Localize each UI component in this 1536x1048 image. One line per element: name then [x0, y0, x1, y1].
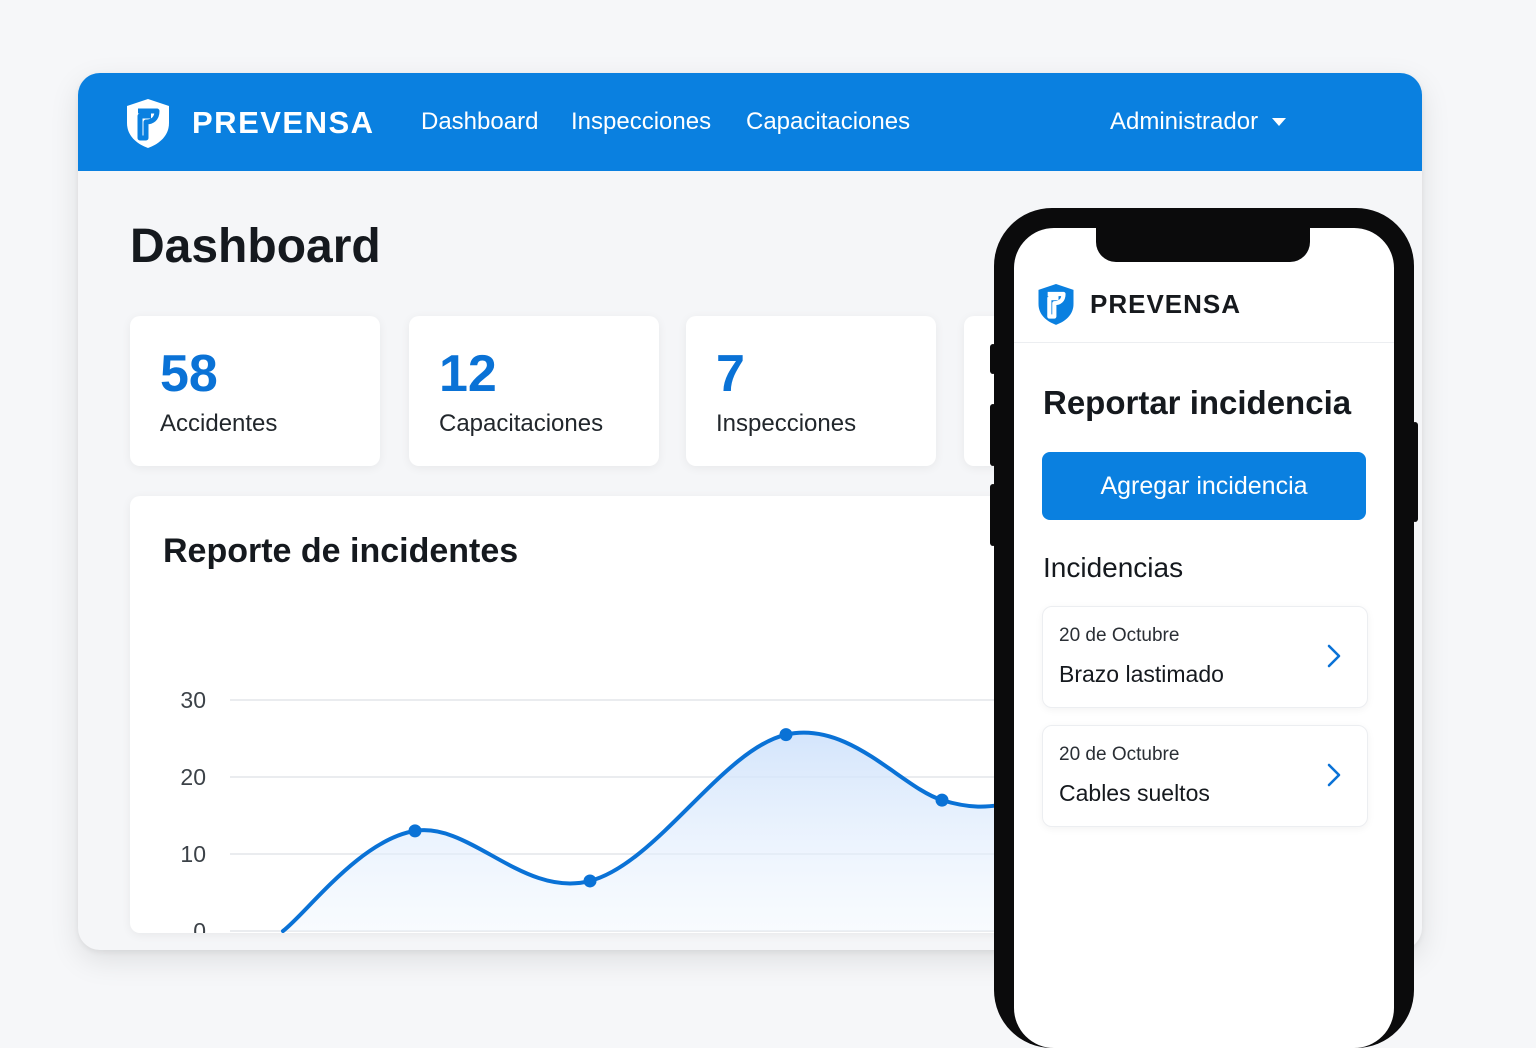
shield-logo-icon: [1038, 284, 1074, 325]
chevron-right-icon: [1327, 644, 1341, 668]
top-navbar: PREVENSA Dashboard Inspecciones Capacita…: [78, 73, 1422, 171]
y-tick-label: 0: [193, 918, 206, 933]
stat-card-capacitaciones[interactable]: 12 Capacitaciones: [409, 316, 659, 466]
nav-inspecciones[interactable]: Inspecciones: [571, 108, 711, 136]
chevron-right-icon: [1327, 763, 1341, 787]
mobile-brand[interactable]: PREVENSA: [1036, 282, 1241, 326]
incident-date: 20 de Octubre: [1059, 625, 1180, 646]
data-point: [779, 728, 793, 742]
user-menu[interactable]: Administrador: [1110, 108, 1287, 136]
data-point: [408, 824, 422, 838]
stat-label: Accidentes: [160, 410, 278, 437]
data-point: [935, 793, 949, 807]
incident-list-item[interactable]: 20 de Octubre Brazo lastimado: [1042, 606, 1368, 708]
nav-capacitaciones[interactable]: Capacitaciones: [746, 108, 910, 136]
y-tick-label: 10: [180, 841, 206, 867]
phone-mockup: PREVENSA Reportar incidencia Agregar inc…: [990, 208, 1418, 1048]
y-tick-label: 20: [180, 764, 206, 790]
stat-label: Inspecciones: [716, 410, 857, 437]
phone-volume-down: [990, 484, 996, 546]
nav-dashboard[interactable]: Dashboard: [421, 108, 538, 136]
incident-title: Cables sueltos: [1059, 780, 1210, 806]
phone-silent-switch: [990, 344, 996, 374]
page-title: Dashboard: [130, 220, 381, 273]
incidents-heading: Incidencias: [1043, 552, 1184, 583]
incident-date: 20 de Octubre: [1059, 744, 1180, 765]
user-name: Administrador: [1110, 108, 1259, 135]
y-tick-label: 30: [180, 687, 206, 713]
stat-value: 12: [439, 345, 497, 403]
incident-title: Brazo lastimado: [1059, 661, 1224, 687]
stat-card-accidentes[interactable]: 58 Accidentes: [130, 316, 380, 466]
phone-volume-up: [990, 404, 996, 466]
stat-card-inspecciones[interactable]: 7 Inspecciones: [686, 316, 936, 466]
data-point: [583, 874, 597, 888]
stat-label: Capacitaciones: [439, 410, 604, 437]
series-area: [283, 732, 1012, 931]
add-incident-button[interactable]: Agregar incidencia: [1042, 452, 1366, 520]
shield-logo-icon: [127, 99, 169, 148]
mobile-header: PREVENSA: [1014, 262, 1394, 343]
mobile-brand-name: PREVENSA: [1090, 288, 1242, 319]
incident-list-item[interactable]: 20 de Octubre Cables sueltos: [1042, 725, 1368, 827]
chart-card: Reporte de incidentes 0102030EneFebMarAb…: [130, 496, 1030, 933]
incident-chart: 0102030EneFebMarAbrJun: [180, 687, 1014, 933]
brand-name: PREVENSA: [192, 105, 375, 140]
phone-screen: PREVENSA Reportar incidencia Agregar inc…: [1014, 228, 1394, 1048]
phone-power-button: [1412, 422, 1418, 522]
mobile-page-title: Reportar incidencia: [1043, 384, 1352, 421]
stat-value: 58: [160, 345, 218, 403]
phone-notch: [1096, 228, 1310, 262]
chevron-down-icon: [1272, 118, 1287, 126]
brand[interactable]: PREVENSA: [124, 97, 375, 149]
stat-value: 7: [716, 345, 745, 403]
